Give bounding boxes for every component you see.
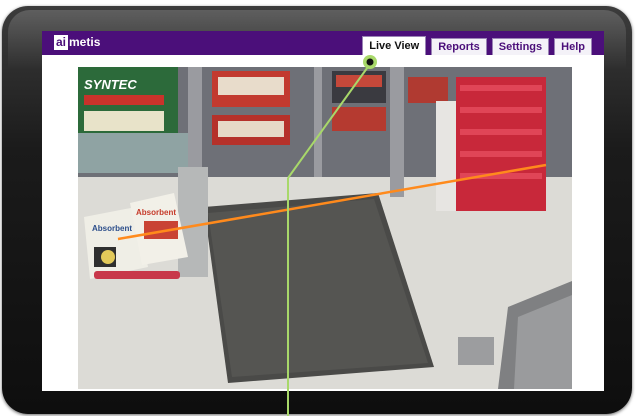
red-basket-stack xyxy=(456,77,546,211)
camera-scene: SYNTEC Absorbent Absorbent xyxy=(78,67,572,389)
basket-rim-1 xyxy=(460,85,542,91)
tab-reports[interactable]: Reports xyxy=(431,38,487,55)
door-frame-center xyxy=(314,67,322,177)
door-poster-3-band xyxy=(336,75,382,87)
floor-display-stand xyxy=(178,167,208,277)
basket-rim-2 xyxy=(460,107,542,113)
window-reflection xyxy=(78,133,188,173)
right-poster xyxy=(408,77,448,103)
syntec-sign: SYNTEC xyxy=(84,77,137,92)
tab-help[interactable]: Help xyxy=(554,38,592,55)
door-poster-4 xyxy=(332,107,386,131)
door-frame-right xyxy=(390,67,404,197)
tab-settings[interactable]: Settings xyxy=(491,38,550,55)
bag-label-1: Absorbent xyxy=(92,224,132,233)
door-poster-1-panel xyxy=(218,77,284,95)
bag-label-2: Absorbent xyxy=(136,208,176,217)
aimetis-logo: ai metis xyxy=(54,34,100,50)
app-screen: ai metis Live View Reports Settings Help … xyxy=(42,31,604,391)
left-poster-panel xyxy=(84,111,164,131)
left-poster-stripe xyxy=(84,95,164,105)
door-poster-2-panel xyxy=(218,121,284,137)
bag-base-red xyxy=(94,271,180,279)
shelf-post xyxy=(436,101,456,211)
top-bar: ai metis Live View Reports Settings Help xyxy=(42,31,604,55)
live-video-feed[interactable]: SYNTEC Absorbent Absorbent xyxy=(78,67,572,389)
logo-text: metis xyxy=(69,35,101,49)
nav-tabs: Live View Reports Settings Help xyxy=(362,36,592,55)
basket-rim-3 xyxy=(460,129,542,135)
floor-drain xyxy=(458,337,494,365)
logo-box: ai xyxy=(54,34,69,50)
bag-circle-graphic xyxy=(101,250,115,264)
basket-rim-4 xyxy=(460,151,542,157)
tab-live-view[interactable]: Live View xyxy=(362,36,427,55)
